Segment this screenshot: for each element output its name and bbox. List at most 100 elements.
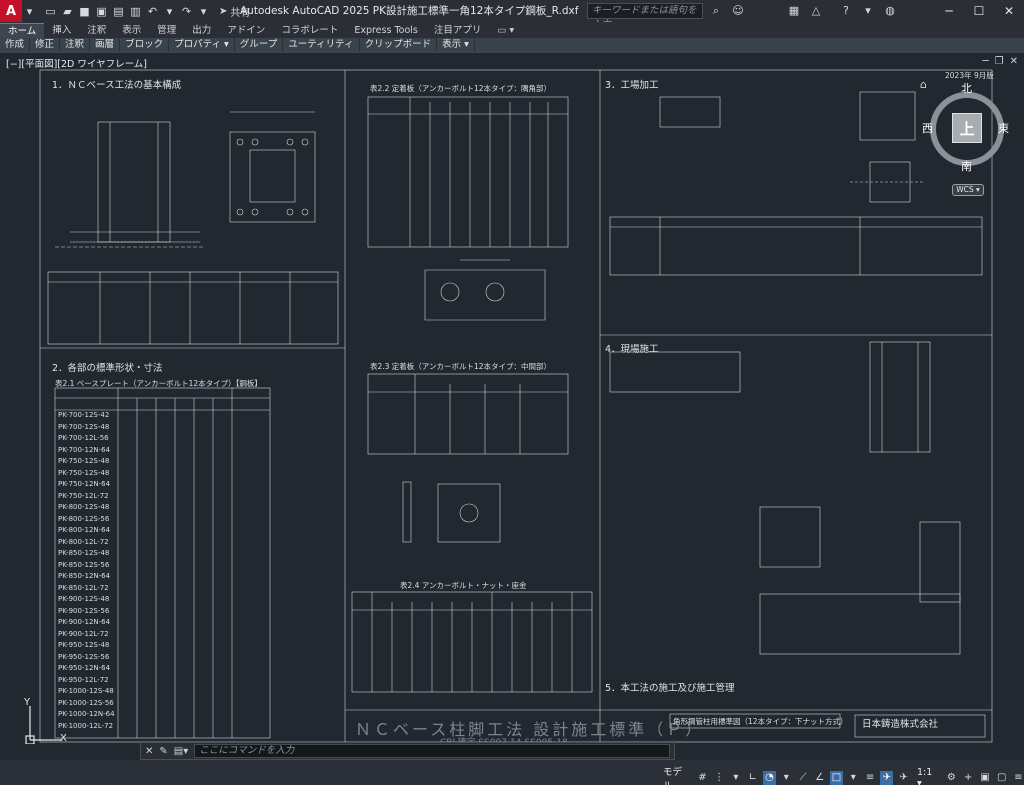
object-snap-tracking-icon[interactable]: ∠ (813, 771, 826, 785)
parts-table (47, 271, 339, 345)
help-icon[interactable]: ? (838, 3, 854, 18)
tab-insert[interactable]: 挿入 (44, 23, 79, 38)
osnap-dropdown-icon[interactable]: ▾ (847, 771, 860, 785)
maximize-icon[interactable]: ☐ (964, 0, 994, 22)
tab-collaborate[interactable]: コラボレート (273, 23, 346, 38)
infer-constraints-icon[interactable]: ▾ (730, 771, 743, 785)
save-icon[interactable]: ■ (77, 4, 92, 19)
minimize-icon[interactable]: ─ (934, 0, 964, 22)
panel-draw[interactable]: 作成 (0, 38, 31, 52)
sheet-border (39, 69, 993, 743)
polar-dropdown-icon[interactable]: ▾ (780, 771, 793, 785)
table-row: PK-700-12S-48 (58, 422, 110, 431)
title-bar: A ▾ ▭ ▰ ■ ▣ ▤ ▥ ↶ ▾ ↷ ▾ ➤ 共有 Autodesk Au… (0, 0, 1024, 30)
tab-addins[interactable]: アドイン (219, 23, 273, 38)
section-2-title: 2．各部の標準形状・寸法 (52, 363, 163, 374)
help-dropdown-icon[interactable]: ▾ (860, 3, 876, 18)
panel-annotation[interactable]: 注釈 (60, 38, 91, 52)
viewport-minimize-icon[interactable]: ─ (983, 56, 989, 67)
table-row: PK-750-12N-64 (58, 480, 111, 488)
table-row: PK-700-12N-64 (58, 445, 111, 454)
tab-annotate[interactable]: 注釈 (79, 23, 114, 38)
viewport-restore-icon[interactable]: ❐ (995, 56, 1004, 67)
base-plate-section-drawing (659, 96, 721, 128)
status-bar: モデル # ⋮ ▾ ∟ ◔ ▾ ⟋ ∠ □ ▾ ≡ ✈ ✈ 1:1 ▾ ⚙ + … (660, 763, 1024, 785)
polar-tracking-icon[interactable]: ◔ (763, 771, 776, 785)
anchor-plate-drawing (424, 269, 546, 321)
plot-icon[interactable]: ▤ (111, 4, 126, 19)
print-icon[interactable]: ▥ (128, 4, 143, 19)
tab-manage[interactable]: 管理 (149, 23, 184, 38)
workspace-gear-icon[interactable]: ⚙ (945, 771, 958, 785)
command-close-icon[interactable]: ✕ (145, 746, 153, 757)
drawing-canvas[interactable] (0, 52, 1024, 760)
connect-icon[interactable]: ◍ (882, 3, 898, 18)
plus-icon[interactable]: + (962, 771, 975, 785)
table-2-2-title: 表2.2 定着板（アンカーボルト12本タイプ：隅角部） (370, 84, 552, 93)
anchor-assembly-drawing (869, 341, 931, 453)
panel-view[interactable]: 表示 ▾ (437, 38, 475, 52)
auto-scale-icon[interactable]: ✈ (897, 771, 910, 785)
redo-icon[interactable]: ↷ (179, 4, 194, 19)
search-input[interactable]: キーワードまたは語句を入力 (587, 3, 703, 30)
autodesk-app-icon[interactable]: △ (808, 3, 824, 18)
command-customize-icon[interactable]: ✎ (159, 746, 167, 757)
panel-modify[interactable]: 修正 (30, 38, 61, 52)
viewport-close-icon[interactable]: ✕ (1010, 56, 1018, 67)
hardware-accel-icon[interactable]: ▣ (979, 771, 992, 785)
open-folder-icon[interactable]: ▰ (60, 4, 75, 19)
panel-block[interactable]: ブロック (120, 38, 170, 52)
ribbon-minimize-button[interactable]: ▭ ▾ (489, 23, 522, 38)
panel-clipboard[interactable]: クリップボード (360, 38, 438, 52)
clean-screen-icon[interactable]: ▢ (995, 771, 1008, 785)
app-menu-arrow-icon[interactable]: ▾ (22, 4, 37, 19)
undo-icon[interactable]: ↶ (145, 4, 160, 19)
command-history-icon[interactable]: ▤▾ (174, 746, 188, 757)
ucs-y-label: Y (24, 697, 31, 708)
panel-groups[interactable]: グループ (235, 38, 284, 52)
viewcube-south[interactable]: 南 (961, 158, 972, 174)
panel-utilities[interactable]: ユーティリティ (283, 38, 360, 52)
tab-home[interactable]: ホーム (0, 23, 45, 38)
section-1-title: 1．ＮＣベース工法の基本構成 (52, 80, 182, 91)
tab-view[interactable]: 表示 (114, 23, 149, 38)
undo-dropdown-icon[interactable]: ▾ (162, 4, 177, 19)
annotation-visibility-icon[interactable]: ✈ (880, 771, 894, 785)
cart-icon[interactable]: ▦ (786, 3, 802, 18)
autocad-logo[interactable]: A (0, 0, 22, 22)
table-2-4-grid (351, 591, 593, 693)
ortho-mode-icon[interactable]: ∟ (746, 771, 759, 785)
model-space-button[interactable]: モデル (660, 763, 692, 785)
redo-dropdown-icon[interactable]: ▾ (196, 4, 211, 19)
object-snap-icon[interactable]: □ (830, 771, 843, 785)
viewcube-west[interactable]: 西 (922, 120, 933, 136)
close-icon[interactable]: ✕ (994, 0, 1024, 22)
annotation-scale-dropdown[interactable]: 1:1 ▾ (914, 766, 941, 785)
user-icon[interactable]: ☺ (730, 3, 746, 18)
panel-properties[interactable]: プロパティ ▾ (169, 38, 235, 52)
viewport-controls-label[interactable]: [−][平面図][2D ワイヤフレーム] (6, 56, 147, 70)
snap-mode-icon[interactable]: ⋮ (713, 771, 726, 785)
table-row: PK-750-12L-72 (58, 491, 109, 500)
table-row: PK-850-12S-56 (58, 560, 110, 569)
new-file-icon[interactable]: ▭ (43, 4, 58, 19)
viewcube-top-face[interactable]: 上 (952, 113, 982, 143)
command-input[interactable]: ここにコマンドを入力 (194, 744, 670, 758)
tab-featured-apps[interactable]: 注目アプリ (426, 23, 490, 38)
lineweight-icon[interactable]: ≡ (864, 771, 877, 785)
viewcube-east[interactable]: 東 (998, 120, 1009, 136)
search-icon[interactable]: ⌕ (708, 3, 724, 18)
customize-status-icon[interactable]: ≡ (1012, 771, 1024, 785)
save-as-icon[interactable]: ▣ (94, 4, 109, 19)
table-row: PK-700-12S-42 (58, 411, 110, 419)
viewcube-north[interactable]: 北 (961, 80, 972, 96)
wcs-dropdown[interactable]: WCS ▾ (952, 184, 984, 196)
ribbon-panel-bar: 作成 修正 注釈 画層 ブロック プロパティ ▾ グループ ユーティリティ クリ… (0, 38, 1024, 52)
tab-output[interactable]: 出力 (184, 23, 219, 38)
grid-icon[interactable]: # (696, 771, 709, 785)
middle-plate-drawing (437, 483, 501, 543)
viewcube[interactable]: 上 北 南 西 東 WCS ▾ (922, 78, 1012, 196)
panel-layers[interactable]: 画層 (90, 38, 121, 52)
isodraft-icon[interactable]: ⟋ (797, 771, 810, 785)
tab-express-tools[interactable]: Express Tools (346, 23, 426, 38)
